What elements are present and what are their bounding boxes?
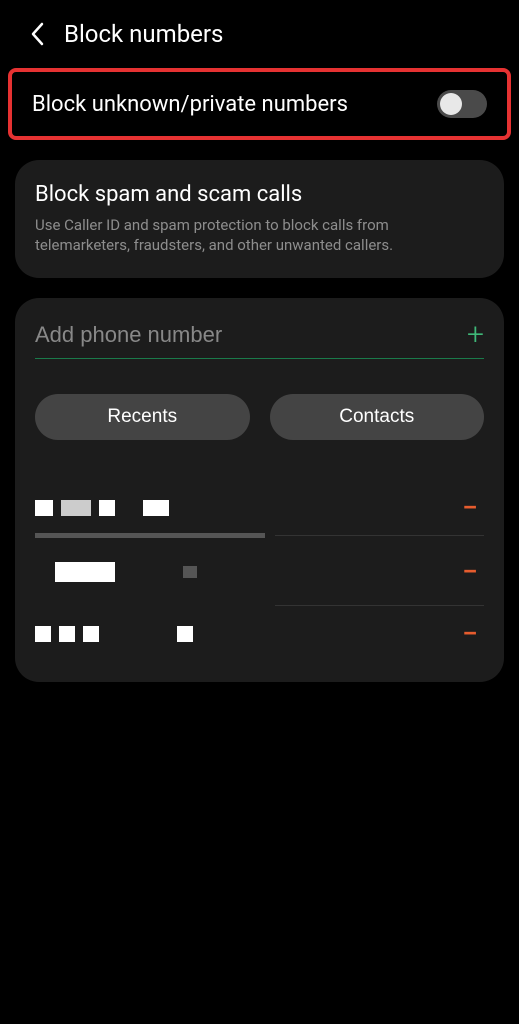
remove-icon[interactable]: − [456, 494, 484, 522]
spam-card-title: Block spam and scam calls [35, 182, 484, 207]
contacts-button[interactable]: Contacts [270, 394, 485, 440]
blocked-list-item: − [35, 480, 484, 536]
header: Block numbers [0, 0, 519, 68]
block-unknown-label: Block unknown/private numbers [32, 92, 348, 117]
recents-button[interactable]: Recents [35, 394, 250, 440]
redacted-number [55, 562, 197, 582]
back-icon[interactable] [25, 22, 49, 46]
block-unknown-toggle[interactable] [437, 90, 487, 118]
add-number-card: + Recents Contacts − − [15, 298, 504, 682]
redacted-content [35, 562, 197, 582]
add-phone-input[interactable] [35, 322, 467, 348]
remove-icon[interactable]: − [456, 620, 484, 648]
blocked-list-item: − [35, 606, 484, 672]
highlight-annotation: Block unknown/private numbers [8, 68, 511, 140]
remove-icon[interactable]: − [456, 558, 484, 586]
add-icon[interactable]: + [467, 320, 484, 350]
blocked-list-item: − [35, 536, 484, 606]
spam-card-description: Use Caller ID and spam protection to blo… [35, 215, 484, 256]
block-unknown-row[interactable]: Block unknown/private numbers [27, 84, 492, 124]
redacted-number [35, 626, 193, 642]
toggle-knob [440, 93, 462, 115]
page-title: Block numbers [64, 20, 223, 48]
source-buttons-row: Recents Contacts [35, 394, 484, 440]
redacted-number [35, 500, 169, 516]
add-phone-row: + [35, 320, 484, 359]
spam-card[interactable]: Block spam and scam calls Use Caller ID … [15, 160, 504, 278]
